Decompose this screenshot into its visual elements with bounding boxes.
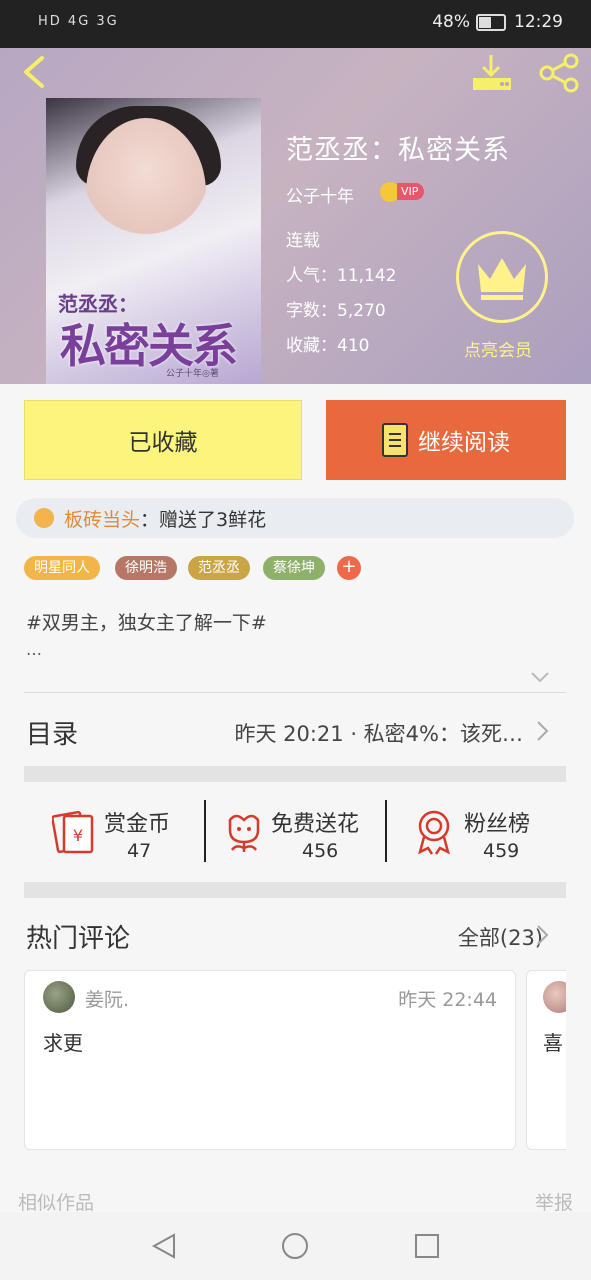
report-link[interactable]: 举报 [535,1188,573,1215]
svg-text:¥: ¥ [73,826,83,845]
all-comments-chevron[interactable] [536,924,550,950]
book-popularity: 人气：11,142 [286,266,397,286]
fan-ranking-button[interactable] [414,808,454,856]
favorited-button[interactable]: 已收藏 [24,400,302,480]
comment-card[interactable]: 姜阮. 昨天 22:44 求更 [24,970,516,1150]
battery-icon [476,13,506,31]
send-flower-count: 456 [302,840,339,862]
clock: 12:29 [514,12,563,32]
vip-badge: VIP [380,181,425,203]
book-status: 连载 [286,231,320,251]
expand-description-button[interactable] [530,668,550,687]
book-favorites: 收藏：410 [286,336,370,356]
tag-item[interactable]: 明星同人 [24,556,100,580]
battery-percent: 48% [432,12,470,32]
medal-icon [418,810,450,855]
latest-chapter[interactable]: 昨天 20:21 · 私密4%：该死… [234,718,523,748]
share-icon [539,53,579,93]
divider [24,692,566,693]
tag-item[interactable]: 蔡徐坤 [263,556,325,580]
chevron-right-icon [537,925,549,945]
nav-recents-button[interactable] [413,1232,441,1264]
send-flower-button[interactable] [222,808,266,856]
share-button[interactable] [536,52,582,94]
similar-works-label: 相似作品 [18,1192,95,1214]
download-button[interactable] [470,52,514,94]
status-right: 48% 12:29 [432,12,563,32]
fan-ranking-label[interactable]: 粉丝榜 [464,806,530,838]
section-divider [24,766,566,782]
circle-home-icon [282,1233,308,1259]
network-indicators: HD 4G 3G [38,14,119,29]
tag-item[interactable]: 范丞丞 [188,556,250,580]
continue-reading-label: 继续阅读 [418,430,510,456]
gift-icon [34,508,54,528]
nav-home-button[interactable] [281,1232,309,1264]
gift-notice[interactable]: 板砖当头 ：赠送了3鲜花 [16,498,574,538]
download-icon [473,55,511,90]
comment-text: 喜 [543,1031,563,1055]
flower-icon [228,814,260,852]
all-comments-link[interactable]: 全部(23) [458,922,543,952]
reward-coin-count: 47 [127,840,152,862]
add-tag-button[interactable]: + [337,556,361,580]
fan-ranking-count: 459 [483,840,520,862]
back-arrow-icon [24,56,44,88]
tag-item[interactable]: 徐明浩 [115,556,177,580]
gift-text: ：赠送了3鲜花 [140,508,267,531]
metric-divider [385,800,387,862]
back-button[interactable] [14,52,54,92]
gift-user: 板砖当头 [64,508,141,531]
membership-label[interactable]: 点亮会员 [464,336,532,361]
square-recents-icon [415,1234,439,1258]
membership-button[interactable] [456,231,548,323]
comment-card[interactable]: 喜 [526,970,566,1150]
toc-chevron[interactable] [536,720,550,746]
nav-back-button[interactable] [150,1232,178,1264]
avatar[interactable] [43,981,75,1013]
red-envelope-icon: ¥ [51,810,94,854]
comment-time: 昨天 22:44 [398,989,497,1011]
crown-icon [478,258,526,300]
chevron-down-icon [531,672,549,683]
comment-text: 求更 [43,1031,83,1055]
section-divider [24,882,566,898]
metric-divider [204,800,206,862]
avatar[interactable] [543,981,566,1013]
cover-author: 公子十年◎著 [166,369,219,379]
favorited-label: 已收藏 [128,430,198,456]
triangle-back-icon [151,1233,175,1259]
continue-reading-button[interactable]: 继续阅读 [326,400,566,480]
description-ellipsis: … [26,640,42,659]
book-cover[interactable]: 范丞丞： 私密关系 公子十年◎著 [46,98,261,384]
comment-user[interactable]: 姜阮. [85,985,129,1012]
chevron-right-icon [537,721,549,741]
reward-coin-button[interactable]: ¥ [51,808,98,856]
reward-coin-label[interactable]: 赏金币 [104,806,170,838]
book-icon [382,423,408,457]
book-title: 范丞丞：私密关系 [286,135,510,166]
book-author[interactable]: 公子十年 [286,182,354,207]
toc-label[interactable]: 目录 [26,714,78,751]
book-word-count: 字数：5,270 [286,301,386,321]
system-nav-bar [0,1212,591,1280]
book-description: #双男主，独女主了解一下# [26,612,267,634]
send-flower-label[interactable]: 免费送花 [271,806,359,838]
hot-comments-label: 热门评论 [26,924,131,954]
status-bar: HD 4G 3G 48% 12:29 [0,0,591,48]
